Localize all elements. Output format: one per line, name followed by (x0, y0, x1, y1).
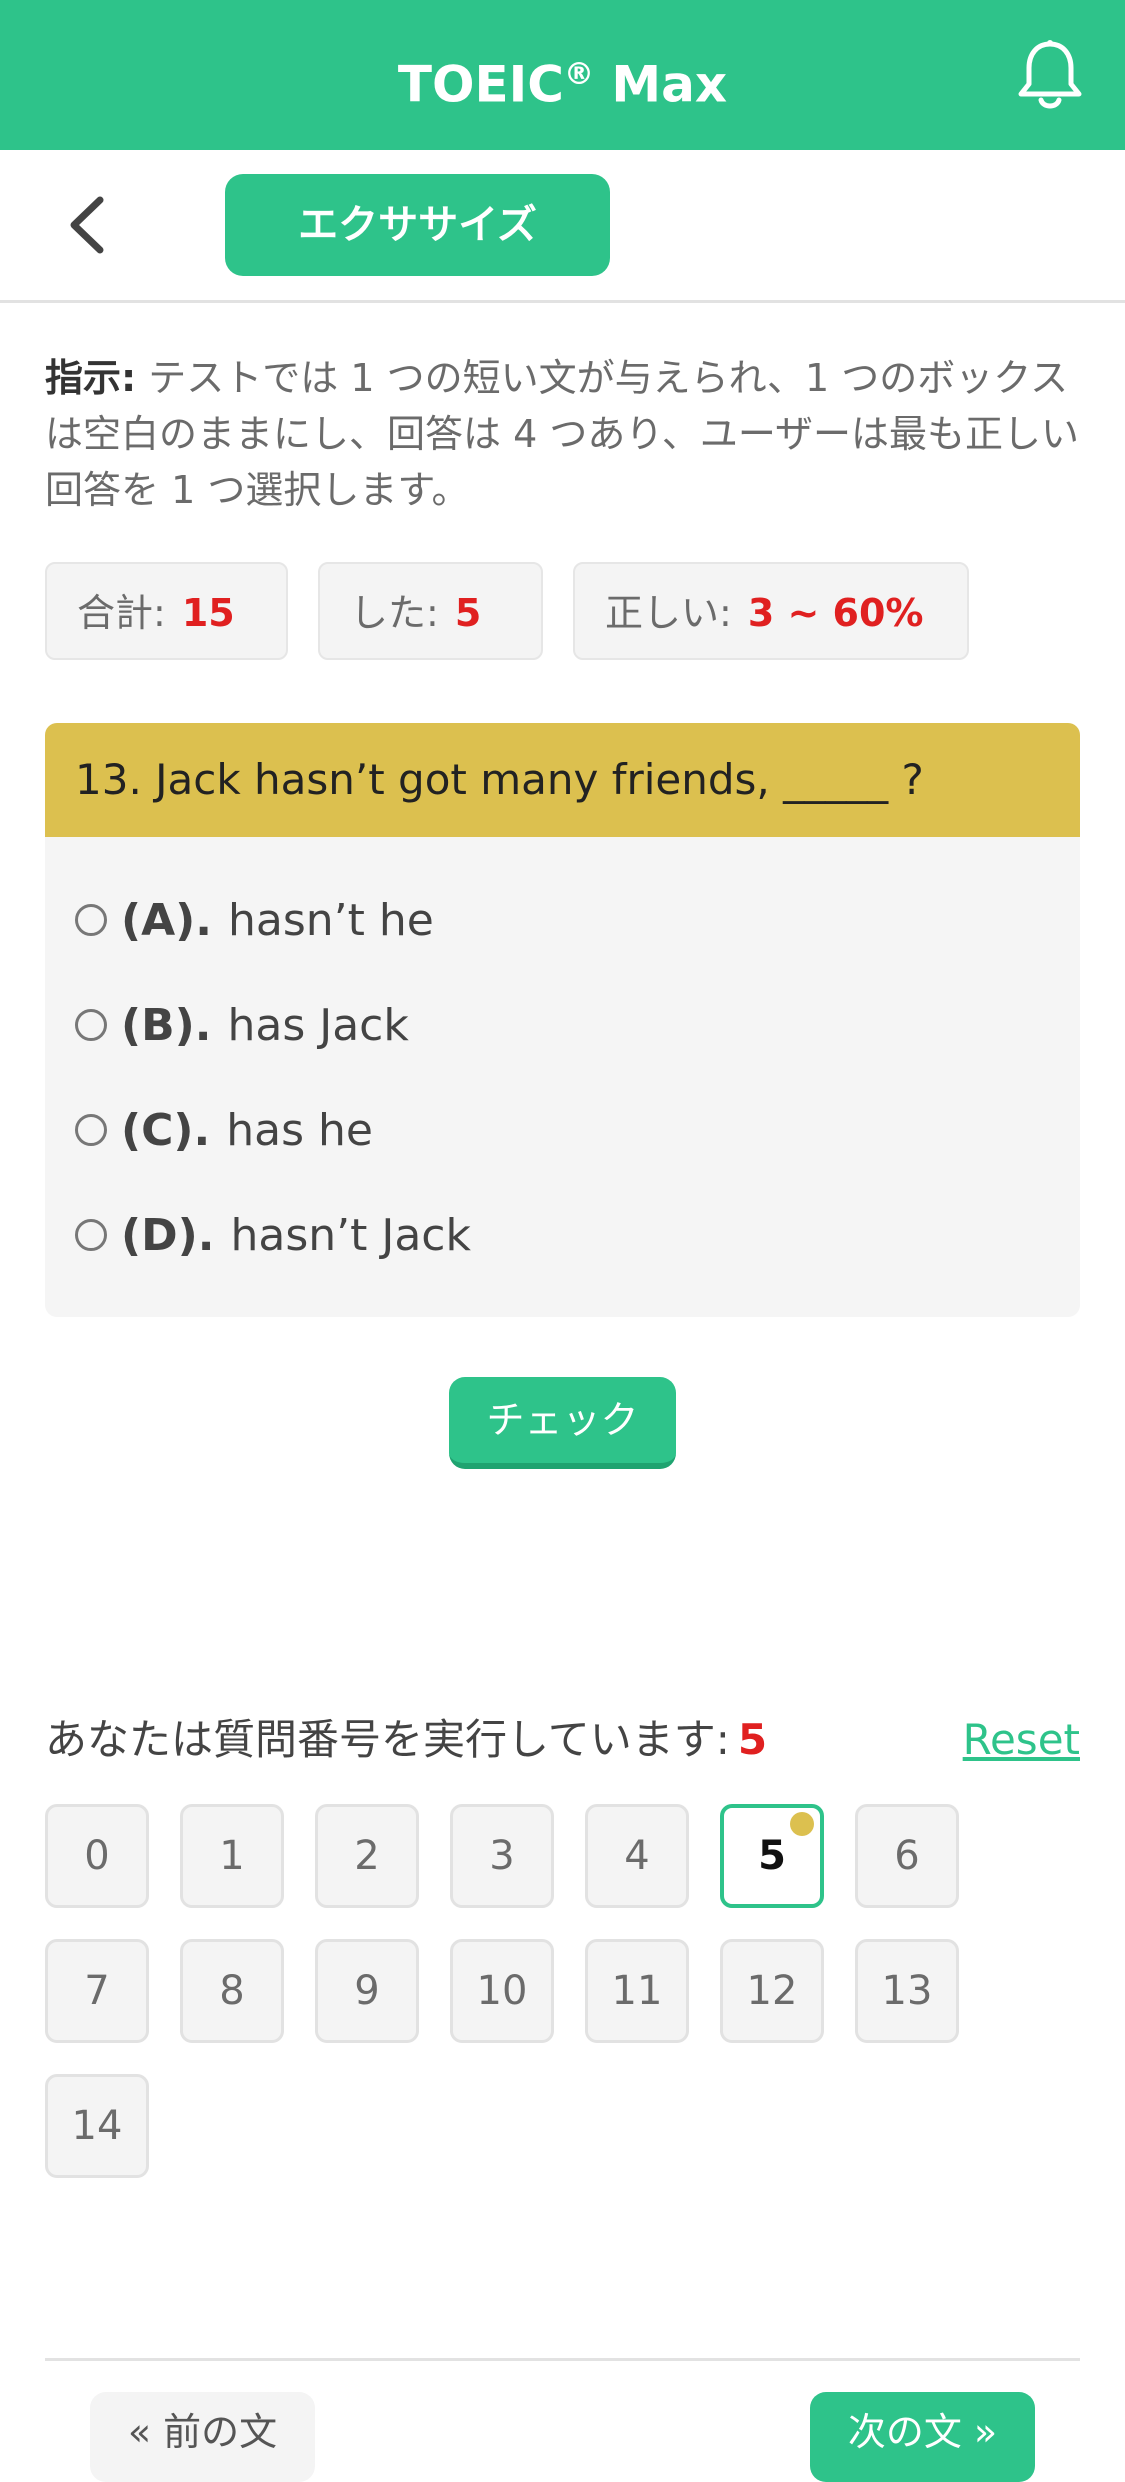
radio-icon[interactable] (75, 904, 107, 936)
question-number[interactable]: 12 (720, 1939, 824, 2043)
instruction-text: 指示: テストでは 1 つの短い文が与えられ、1 つのボックスは空白のままにし、… (45, 350, 1080, 518)
option-key: (B). (121, 999, 212, 1051)
question-number[interactable]: 14 (45, 2074, 149, 2178)
progress-label-text: あなたは質問番号を実行しています: (45, 1715, 730, 1764)
status-dot (790, 1812, 814, 1836)
progress-label: あなたは質問番号を実行しています: 5 (45, 1710, 767, 1770)
app-title-text: TOEIC (397, 55, 564, 114)
prev-button[interactable]: « 前の文 (90, 2392, 315, 2482)
option-key: (D). (121, 1209, 215, 1261)
option-d[interactable]: (D). hasn’t Jack (75, 1195, 471, 1275)
question-number[interactable]: 0 (45, 1804, 149, 1908)
stat-correct: 正しい: 3 ~ 60% (573, 562, 969, 660)
footer-divider (45, 2358, 1080, 2361)
option-text: hasn’t he (228, 894, 434, 946)
stat-correct-label: 正しい: (605, 591, 732, 635)
option-b[interactable]: (B). has Jack (75, 985, 409, 1065)
next-button[interactable]: 次の文 » (810, 2392, 1035, 2482)
bell-icon[interactable] (1015, 38, 1085, 112)
option-a[interactable]: (A). hasn’t he (75, 880, 434, 960)
question-number[interactable]: 13 (855, 1939, 959, 2043)
question-number[interactable]: 11 (585, 1939, 689, 2043)
radio-icon[interactable] (75, 1219, 107, 1251)
stat-correct-value: 3 ~ 60% (747, 591, 924, 635)
option-c[interactable]: (C). has he (75, 1090, 373, 1170)
question-number[interactable]: 3 (450, 1804, 554, 1908)
app-title-suffix: Max (593, 55, 728, 114)
nav-bar: エクササイズ (0, 150, 1125, 303)
option-text: hasn’t Jack (230, 1209, 471, 1261)
question-card: 13. Jack hasn’t got many friends, _____ … (45, 723, 1080, 1317)
reset-link[interactable]: Reset (963, 1710, 1080, 1770)
option-key: (A). (121, 894, 212, 946)
stat-done-value: 5 (454, 591, 482, 635)
back-button[interactable] (60, 190, 120, 260)
question-number-label: 5 (758, 1833, 786, 1879)
app-title: TOEIC® Max (0, 40, 1125, 120)
chevron-left-icon (70, 196, 104, 254)
progress-current: 5 (737, 1715, 768, 1764)
question-number[interactable]: 4 (585, 1804, 689, 1908)
option-text: has Jack (227, 999, 409, 1051)
instruction-label: 指示: (45, 356, 137, 400)
check-button[interactable]: チェック (449, 1377, 676, 1469)
stat-done-label: した: (350, 591, 439, 635)
app-header: TOEIC® Max (0, 0, 1125, 150)
stat-total-value: 15 (181, 591, 235, 635)
question-number-current[interactable]: 5 (720, 1804, 824, 1908)
registered-mark: ® (563, 57, 594, 92)
question-number[interactable]: 7 (45, 1939, 149, 2043)
radio-icon[interactable] (75, 1009, 107, 1041)
question-number[interactable]: 2 (315, 1804, 419, 1908)
question-text: 13. Jack hasn’t got many friends, _____ … (45, 723, 1080, 837)
question-number[interactable]: 1 (180, 1804, 284, 1908)
instruction-body: テストでは 1 つの短い文が与えられ、1 つのボックスは空白のままにし、回答は … (45, 356, 1080, 512)
option-text: has he (226, 1104, 373, 1156)
stat-done: した: 5 (318, 562, 543, 660)
stat-total-label: 合計: (77, 591, 166, 635)
question-number[interactable]: 6 (855, 1804, 959, 1908)
radio-icon[interactable] (75, 1114, 107, 1146)
tab-exercise[interactable]: エクササイズ (225, 174, 610, 276)
option-key: (C). (121, 1104, 211, 1156)
question-number[interactable]: 8 (180, 1939, 284, 2043)
question-number[interactable]: 9 (315, 1939, 419, 2043)
question-number[interactable]: 10 (450, 1939, 554, 2043)
stat-total: 合計: 15 (45, 562, 288, 660)
